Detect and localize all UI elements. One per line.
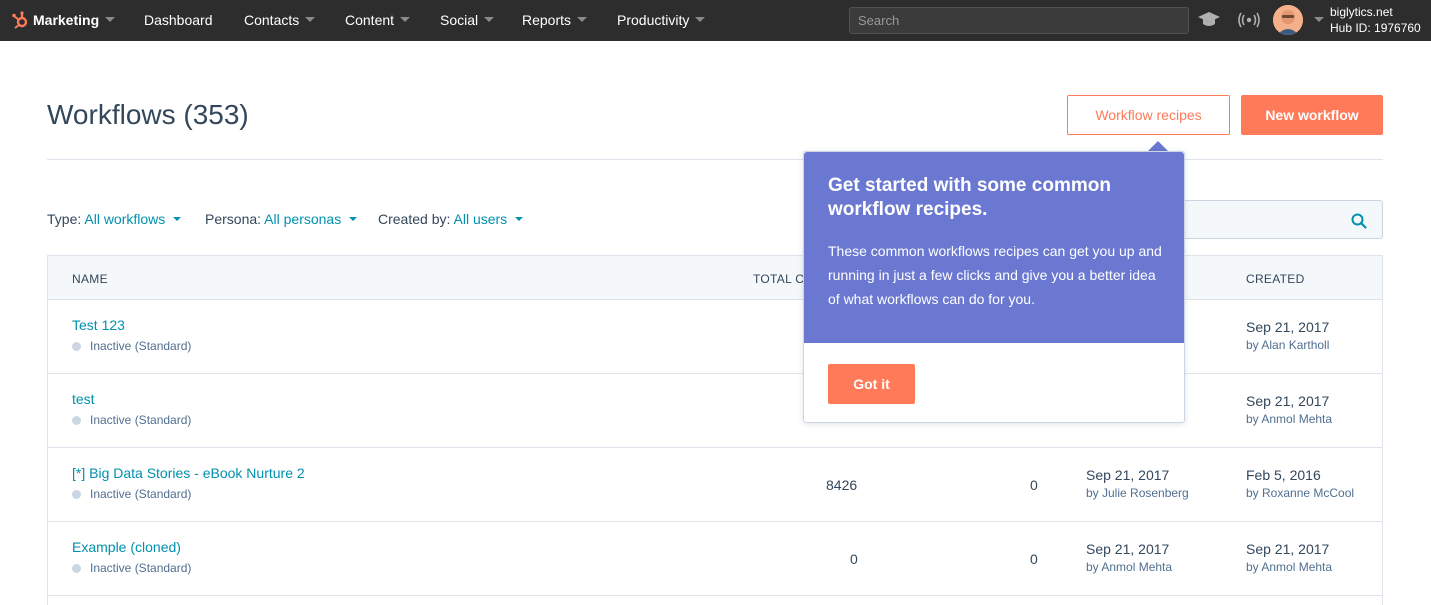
status-dot	[72, 564, 81, 573]
filter-created-by[interactable]: Created by: All users	[378, 211, 524, 227]
chevron-down-icon	[349, 217, 358, 221]
workflow-status: Inactive (Standard)	[72, 413, 191, 427]
academy-icon[interactable]	[1197, 11, 1221, 29]
chevron-down-icon	[577, 17, 588, 22]
chevron-down-icon	[105, 17, 116, 22]
workflow-name-link[interactable]: test	[72, 391, 95, 407]
workflow-status: Inactive (Standard)	[72, 561, 191, 575]
created-date: Sep 21, 2017	[1246, 393, 1330, 409]
chevron-down-icon[interactable]	[1314, 17, 1324, 22]
nav-dashboard[interactable]: Dashboard	[144, 12, 213, 28]
chevron-down-icon	[695, 17, 706, 22]
top-nav: Marketing Dashboard Contacts Content Soc…	[0, 0, 1431, 41]
created-by: by Anmol Mehta	[1246, 412, 1333, 426]
filter-created-by-value[interactable]: All users	[454, 211, 508, 227]
filter-persona[interactable]: Persona: All personas	[205, 211, 358, 227]
total-count: 8426	[826, 477, 858, 493]
created-date: Sep 21, 2017	[1246, 319, 1330, 335]
nav-reports[interactable]: Reports	[522, 12, 588, 28]
user-avatar-icon	[1273, 5, 1303, 35]
created-date: Sep 21, 2017	[1246, 541, 1330, 557]
filter-persona-label: Persona:	[205, 211, 262, 227]
popover-header: Get started with some common workflow re…	[804, 152, 1184, 343]
table-row: [*] Big Data Stories - eBook Nurture 2 I…	[48, 448, 1382, 522]
active-count: 0	[1030, 477, 1038, 493]
workflow-status: Inactive (Standard)	[72, 487, 191, 501]
workflow-status: Inactive (Standard)	[72, 339, 191, 353]
created-date: Feb 5, 2016	[1246, 467, 1321, 483]
chevron-down-icon	[484, 17, 495, 22]
status-dot	[72, 342, 81, 351]
updated-date: Sep 21, 2017	[1086, 467, 1170, 483]
created-by: by Roxanne McCool	[1246, 486, 1355, 500]
table-row: Example (cloned) Inactive (Standard) 0 0…	[48, 522, 1382, 596]
workflow-name-link[interactable]: Test 123	[72, 317, 125, 333]
filter-type-label: Type:	[47, 211, 82, 227]
updated-by: by Julie Rosenberg	[1086, 486, 1189, 500]
chevron-down-icon	[305, 17, 316, 22]
workflow-recipes-button[interactable]: Workflow recipes	[1067, 95, 1230, 135]
avatar[interactable]	[1273, 5, 1303, 35]
sprocket-logo-icon[interactable]	[11, 11, 29, 29]
got-it-button[interactable]: Got it	[828, 364, 915, 404]
page-title: Workflows (353)	[47, 99, 249, 130]
column-header-name[interactable]: NAME	[72, 272, 108, 286]
chevron-down-icon	[173, 217, 182, 221]
filter-type[interactable]: Type: All workflows	[47, 211, 182, 227]
nav-productivity[interactable]: Productivity	[617, 12, 706, 28]
filter-type-value[interactable]: All workflows	[84, 211, 165, 227]
nav-marketing-menu[interactable]: Marketing	[33, 12, 116, 28]
filter-created-by-label: Created by:	[378, 211, 451, 227]
updated-by: by Anmol Mehta	[1086, 560, 1173, 574]
status-dot	[72, 416, 81, 425]
column-header-created[interactable]: CREATED	[1246, 272, 1305, 286]
created-by: by Alan Kartholl	[1246, 338, 1330, 352]
workflow-name-link[interactable]: [*] Big Data Stories - eBook Nurture 2	[72, 465, 305, 481]
active-count: 0	[1030, 551, 1038, 567]
workflow-name-link[interactable]: Example (cloned)	[72, 539, 181, 555]
updated-date: Sep 21, 2017	[1086, 541, 1170, 557]
new-workflow-button[interactable]: New workflow	[1241, 95, 1383, 135]
notifications-icon[interactable]	[1237, 12, 1261, 28]
global-search-input[interactable]	[849, 7, 1189, 34]
status-dot	[72, 490, 81, 499]
popover-body: These common workflows recipes can get y…	[828, 243, 1162, 307]
filter-persona-value[interactable]: All personas	[264, 211, 341, 227]
nav-contacts[interactable]: Contacts	[244, 12, 316, 28]
chevron-down-icon	[515, 217, 524, 221]
popover-title: Get started with some common workflow re…	[828, 175, 1111, 220]
column-header-total[interactable]: TOTAL C	[753, 272, 804, 286]
chevron-down-icon	[400, 17, 411, 22]
nav-social[interactable]: Social	[440, 12, 495, 28]
hub-id: Hub ID: 1976760	[1330, 21, 1421, 35]
account-menu[interactable]: biglytics.net Hub ID: 1976760	[1330, 4, 1421, 36]
workflow-recipes-popover: Get started with some common workflow re…	[803, 151, 1185, 423]
nav-content[interactable]: Content	[345, 12, 411, 28]
created-by: by Anmol Mehta	[1246, 560, 1333, 574]
account-domain: biglytics.net	[1330, 5, 1393, 19]
search-icon[interactable]	[1351, 213, 1367, 229]
total-count: 0	[850, 551, 858, 567]
